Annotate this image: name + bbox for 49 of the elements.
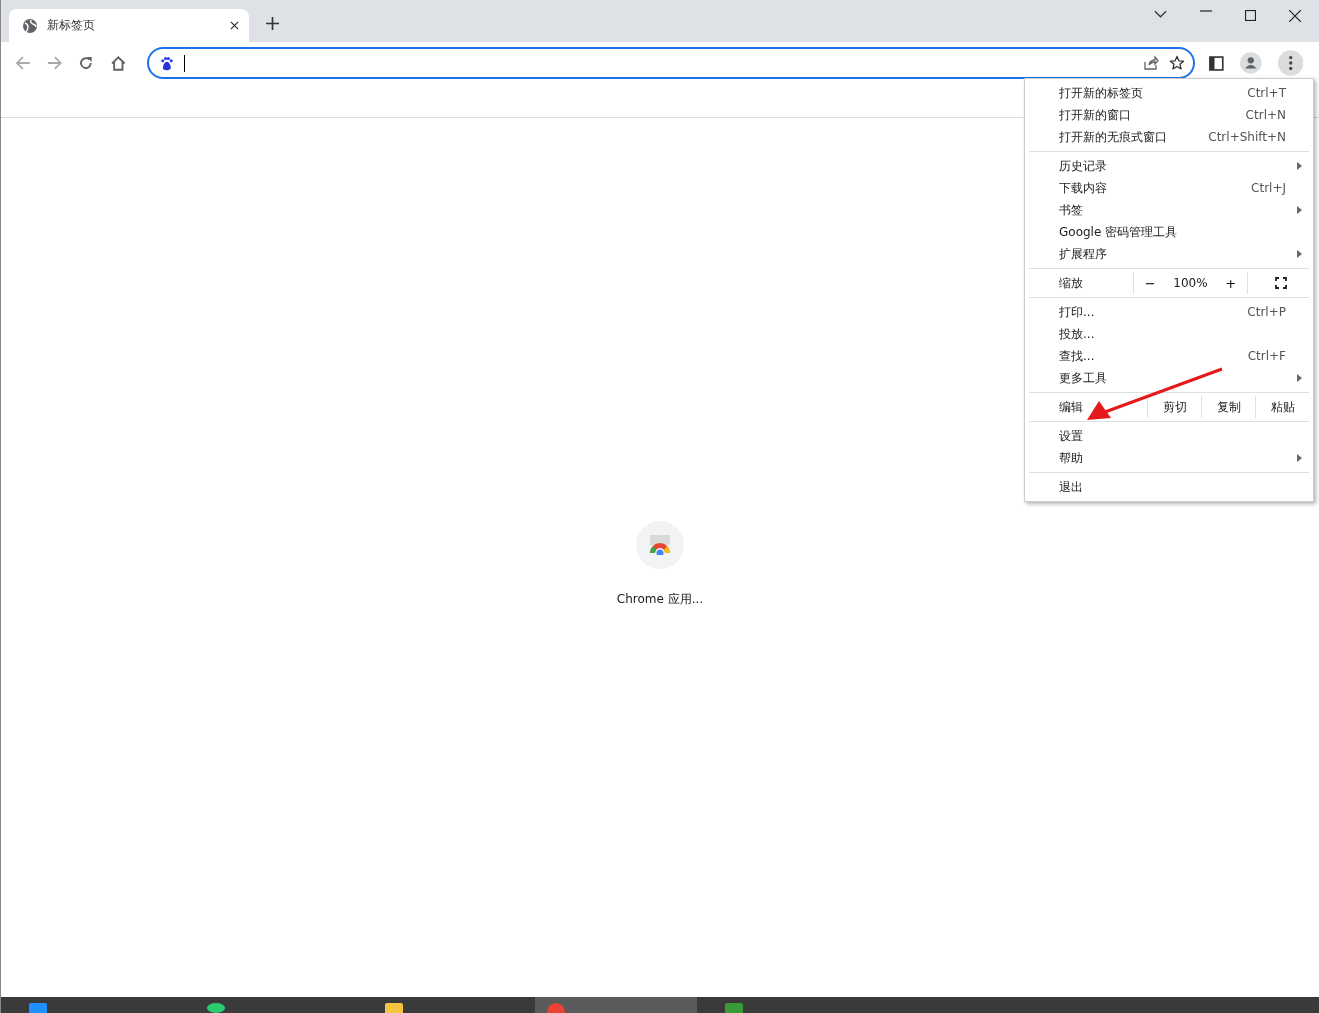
menu-item[interactable]: Google 密码管理工具	[1025, 221, 1313, 243]
menu-item[interactable]: 退出	[1025, 476, 1313, 498]
paw-icon	[158, 55, 174, 71]
app-shortcut-tile[interactable]	[636, 521, 684, 569]
side-panel-icon[interactable]	[1209, 55, 1224, 71]
edit-button[interactable]: 粘贴	[1255, 396, 1309, 418]
menu-item[interactable]: 打开新的标签页 Ctrl+T	[1025, 82, 1313, 104]
fullscreen-icon[interactable]	[1274, 277, 1287, 289]
chevron-down-icon[interactable]	[1154, 10, 1167, 18]
menu-item[interactable]: 下载内容 Ctrl+J	[1025, 177, 1313, 199]
share-icon[interactable]	[1143, 55, 1160, 71]
home-icon[interactable]	[110, 54, 127, 72]
browser-tab[interactable]: 新标签页	[9, 9, 249, 42]
maximize-icon[interactable]	[1245, 10, 1256, 21]
menu-label: 编辑	[1059, 398, 1084, 416]
plus-icon[interactable]	[266, 17, 279, 30]
menu-item[interactable]: 扩展程序	[1025, 243, 1313, 265]
zoom-out-button[interactable]: −	[1140, 275, 1160, 291]
menu-item[interactable]: 帮助	[1025, 447, 1313, 469]
menu-item[interactable]: 打开新的窗口 Ctrl+N	[1025, 104, 1313, 126]
menu-item[interactable]: 历史记录	[1025, 155, 1313, 177]
menu-item[interactable]: 书签	[1025, 199, 1313, 221]
close-icon[interactable]	[230, 21, 239, 30]
menu-item[interactable]: 打印... Ctrl+P	[1025, 301, 1313, 323]
menu-item[interactable]: 打开新的无痕式窗口 Ctrl+Shift+N	[1025, 126, 1313, 148]
zoom-level: 100%	[1173, 276, 1208, 290]
close-icon[interactable]	[1289, 10, 1301, 22]
zoom-in-button[interactable]: +	[1221, 275, 1241, 291]
menu-icon[interactable]	[1277, 50, 1303, 76]
address-bar[interactable]	[146, 47, 1196, 79]
submenu-arrow-icon	[1297, 162, 1302, 170]
globe-icon	[22, 17, 38, 34]
edit-button[interactable]: 剪切	[1147, 396, 1201, 418]
menu-label: 缩放	[1059, 274, 1084, 292]
profile-icon[interactable]	[1239, 52, 1262, 74]
submenu-arrow-icon	[1297, 206, 1302, 214]
star-icon[interactable]	[1169, 55, 1186, 71]
shortcut-title[interactable]: Chrome 应用...	[616, 591, 704, 608]
tab-title: 新标签页	[47, 17, 96, 34]
menu-item[interactable]: 设置	[1025, 425, 1313, 447]
menu-item[interactable]: 投放...	[1025, 323, 1313, 345]
menu-item[interactable]: 查找... Ctrl+F	[1025, 345, 1313, 367]
menu-item[interactable]: 更多工具	[1025, 367, 1313, 389]
edit-button[interactable]: 复制	[1201, 396, 1255, 418]
submenu-arrow-icon	[1297, 374, 1302, 382]
reload-icon[interactable]	[78, 55, 94, 71]
chrome-apps-icon	[648, 535, 672, 555]
submenu-arrow-icon	[1297, 454, 1302, 462]
submenu-arrow-icon	[1297, 250, 1302, 258]
